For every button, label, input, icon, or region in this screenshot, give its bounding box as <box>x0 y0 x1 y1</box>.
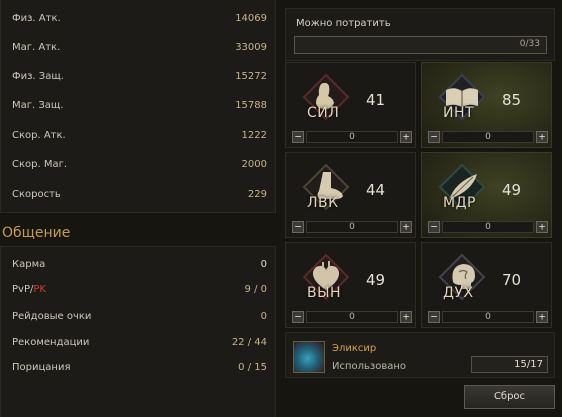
spend-points-value: 0/33 <box>519 39 540 49</box>
blames-label: Порицания <box>12 362 71 373</box>
increase-button[interactable]: + <box>536 131 548 143</box>
elixir-used-label: Использовано <box>332 361 407 372</box>
stat-row-m-def: Маг. Защ. 15788 <box>1 96 275 116</box>
stat-value: 33009 <box>235 42 267 53</box>
attribute-abbr: ИНТ <box>443 105 475 121</box>
stat-label: Физ. Атк. <box>12 13 61 24</box>
pvp-label: PvP/PK <box>12 280 46 300</box>
elixir-panel: Эликсир Использовано 15/17 <box>285 332 555 378</box>
attribute-grid: СИЛ 41 − 0 + ИНТ 85 − 0 + ЛВК 44 − 0 + М… <box>285 62 555 328</box>
blames-value: 0 / 15 <box>238 362 267 373</box>
recommendations-row: Рекомендации 22 / 44 <box>1 333 275 353</box>
attribute-value: 85 <box>502 91 522 109</box>
increase-button[interactable]: + <box>536 221 548 233</box>
attribute-input[interactable]: 0 <box>442 311 534 323</box>
decrease-button[interactable]: − <box>292 311 304 323</box>
attribute-input[interactable]: 0 <box>306 311 398 323</box>
stat-row-m-atk: Маг. Атк. 33009 <box>1 38 275 58</box>
attribute-abbr: ВЫН <box>307 285 341 301</box>
elixir-potion-icon <box>293 341 325 373</box>
increase-button[interactable]: + <box>400 131 412 143</box>
stat-row-p-def: Физ. Защ. 15272 <box>1 67 275 87</box>
attribute-stepper: − 0 + <box>428 221 548 234</box>
pvp-text: PvP/ <box>12 284 34 295</box>
attribute-stepper: − 0 + <box>292 221 412 234</box>
attribute-abbr: ЛВК <box>307 195 339 211</box>
attribute-input[interactable]: 0 <box>442 131 534 143</box>
pk-text: PK <box>33 284 46 295</box>
karma-value: 0 <box>260 259 267 270</box>
stat-label: Маг. Защ. <box>12 100 64 111</box>
raid-points-value: 0 <box>260 311 267 322</box>
blames-row: Порицания 0 / 15 <box>1 358 275 378</box>
reset-button[interactable]: Сброс <box>464 385 555 409</box>
spend-label: Можно потратить <box>296 18 391 29</box>
raid-points-label: Рейдовые очки <box>12 311 92 322</box>
increase-button[interactable]: + <box>400 221 412 233</box>
stat-value: 15272 <box>235 71 267 82</box>
spend-points-bar: 0/33 <box>294 36 547 54</box>
decrease-button[interactable]: − <box>292 131 304 143</box>
attribute-stepper: − 0 + <box>428 131 548 144</box>
stat-label: Физ. Защ. <box>12 71 64 82</box>
attribute-abbr: МДР <box>443 195 476 211</box>
attribute-card-str: СИЛ 41 − 0 + <box>285 62 416 148</box>
elixir-name: Эликсир <box>332 343 377 354</box>
attribute-abbr: СИЛ <box>307 105 340 121</box>
stat-value: 2000 <box>241 159 267 170</box>
attribute-value: 49 <box>366 271 386 289</box>
communication-title: Общение <box>2 225 71 241</box>
attribute-card-int: ИНТ 85 − 0 + <box>421 62 552 148</box>
increase-button[interactable]: + <box>400 311 412 323</box>
pvp-row: PvP/PK 9 / 0 <box>1 280 275 300</box>
karma-row: Карма 0 <box>1 255 275 275</box>
recommendations-label: Рекомендации <box>12 337 90 348</box>
attribute-stepper: − 0 + <box>428 311 548 324</box>
attribute-card-con: ВЫН 49 − 0 + <box>285 242 416 328</box>
karma-label: Карма <box>12 259 46 270</box>
attribute-input[interactable]: 0 <box>442 221 534 233</box>
attribute-value: 49 <box>502 181 522 199</box>
attribute-input[interactable]: 0 <box>306 131 398 143</box>
stat-value: 15788 <box>235 100 267 111</box>
recommendations-value: 22 / 44 <box>231 337 267 348</box>
stat-value: 1222 <box>241 130 267 141</box>
stat-label: Маг. Атк. <box>12 42 61 53</box>
attribute-stepper: − 0 + <box>292 311 412 324</box>
stat-label: Скор. Атк. <box>12 130 66 141</box>
stat-row-speed: Скорость 229 <box>1 185 275 205</box>
attribute-input[interactable]: 0 <box>306 221 398 233</box>
attribute-stepper: − 0 + <box>292 131 412 144</box>
stat-value: 229 <box>247 189 267 200</box>
stat-row-p-atk: Физ. Атк. 14069 <box>1 9 275 29</box>
attribute-value: 44 <box>366 181 386 199</box>
stat-label: Скорость <box>12 189 61 200</box>
decrease-button[interactable]: − <box>428 311 440 323</box>
attribute-card-dex: ЛВК 44 − 0 + <box>285 152 416 238</box>
spend-points-box: Можно потратить 0/33 <box>285 8 555 61</box>
decrease-button[interactable]: − <box>428 221 440 233</box>
attribute-card-wit: МДР 49 − 0 + <box>421 152 552 238</box>
pvp-value: 9 / 0 <box>244 284 267 295</box>
decrease-button[interactable]: − <box>292 221 304 233</box>
decrease-button[interactable]: − <box>428 131 440 143</box>
attribute-abbr: ДУХ <box>443 285 474 301</box>
communication-panel: Карма 0 PvP/PK 9 / 0 Рейдовые очки 0 Рекоме… <box>0 246 276 417</box>
elixir-used-count: 15/17 <box>471 356 548 373</box>
increase-button[interactable]: + <box>536 311 548 323</box>
attribute-card-men: ДУХ 70 − 0 + <box>421 242 552 328</box>
attribute-value: 70 <box>502 271 522 289</box>
stat-value: 14069 <box>235 13 267 24</box>
raid-points-row: Рейдовые очки 0 <box>1 307 275 327</box>
stat-row-atk-speed: Скор. Атк. 1222 <box>1 126 275 146</box>
stat-row-cast-speed: Скор. Маг. 2000 <box>1 155 275 175</box>
combat-stats-panel: Физ. Атк. 14069 Маг. Атк. 33009 Физ. Защ. 1… <box>0 0 276 213</box>
stat-label: Скор. Маг. <box>12 159 68 170</box>
attribute-value: 41 <box>366 91 386 109</box>
